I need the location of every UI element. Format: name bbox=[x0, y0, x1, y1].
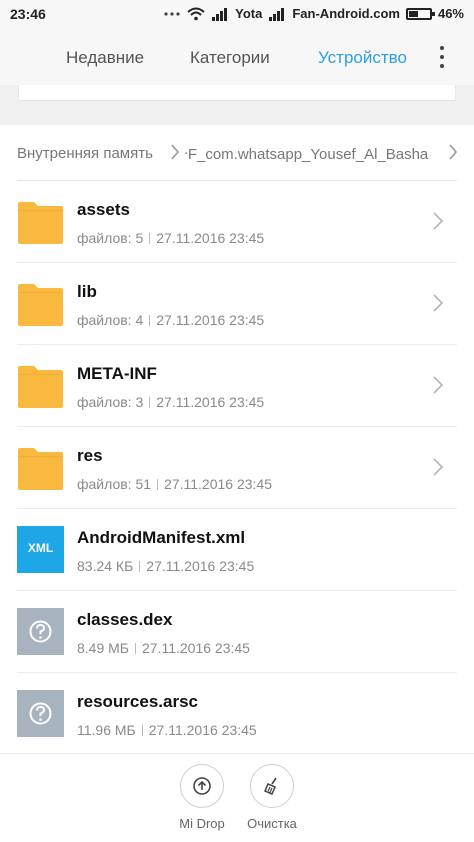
file-row[interactable]: classes.dex 8.49 МБ 27.11.2016 23:45 bbox=[0, 591, 474, 673]
file-name: META-INF bbox=[77, 364, 157, 383]
file-count: файлов: 3 bbox=[77, 394, 144, 410]
status-time: 23:46 bbox=[10, 6, 46, 22]
signal-icon bbox=[211, 7, 229, 21]
file-date: 27.11.2016 23:45 bbox=[156, 230, 265, 246]
chevron-right-icon bbox=[432, 211, 444, 231]
screen: 23:46 Yota Fan-Android.com 46% Недавние … bbox=[0, 0, 474, 842]
file-meta: файлов: 4 27.11.2016 23:45 bbox=[77, 312, 264, 328]
bottom-action-bar: Mi Drop Очистка bbox=[0, 753, 474, 842]
midrop-button[interactable]: Mi Drop bbox=[162, 764, 242, 831]
file-name: classes.dex bbox=[77, 610, 173, 629]
dots-icon bbox=[163, 7, 181, 21]
wifi-icon bbox=[187, 7, 205, 21]
chevron-right-icon bbox=[432, 457, 444, 477]
folder-icon bbox=[17, 444, 64, 491]
chevron-right-icon bbox=[170, 143, 180, 161]
file-name: assets bbox=[77, 200, 130, 219]
file-row[interactable]: assets файлов: 5 27.11.2016 23:45 bbox=[0, 181, 474, 263]
file-name: resources.arsc bbox=[77, 692, 198, 711]
file-size: 11.96 МБ bbox=[77, 722, 136, 738]
unknown-file-icon bbox=[17, 608, 64, 655]
file-size: 83.24 КБ bbox=[77, 558, 134, 574]
tab-bar: Недавние Категории Устройство bbox=[0, 30, 474, 85]
unknown-file-icon bbox=[17, 690, 64, 737]
file-row[interactable]: XML AndroidManifest.xml 83.24 КБ 27.11.2016… bbox=[0, 509, 474, 591]
xml-file-icon: XML bbox=[17, 526, 64, 573]
meta-separator bbox=[149, 233, 151, 244]
xml-icon-label: XML bbox=[27, 541, 54, 555]
tab-device[interactable]: Устройство bbox=[318, 48, 410, 68]
meta-separator bbox=[149, 315, 151, 326]
midrop-label: Mi Drop bbox=[179, 816, 225, 831]
file-date: 27.11.2016 23:45 bbox=[156, 394, 265, 410]
file-date: 27.11.2016 23:45 bbox=[142, 640, 250, 656]
battery-icon bbox=[405, 7, 435, 20]
meta-separator bbox=[141, 725, 143, 736]
tab-recent[interactable]: Недавние bbox=[66, 48, 144, 68]
meta-separator bbox=[139, 561, 141, 572]
folder-icon bbox=[17, 280, 64, 327]
broom-icon bbox=[250, 764, 294, 808]
file-name: res bbox=[77, 446, 103, 465]
folder-icon bbox=[17, 362, 64, 409]
file-count: файлов: 51 bbox=[77, 476, 152, 492]
file-row[interactable]: resources.arsc 11.96 МБ 27.11.2016 23:45 bbox=[0, 673, 474, 755]
carrier-label: Yota bbox=[235, 6, 263, 21]
chevron-right-icon bbox=[448, 143, 458, 161]
file-size: 8.49 МБ bbox=[77, 640, 129, 656]
file-date: 27.11.2016 23:45 bbox=[156, 312, 265, 328]
carrier2-label: Fan-Android.com bbox=[292, 6, 400, 21]
file-row[interactable]: META-INF файлов: 3 27.11.2016 23:45 bbox=[0, 345, 474, 427]
file-name: lib bbox=[77, 282, 97, 301]
signal-icon-2 bbox=[268, 7, 286, 21]
chevron-right-icon bbox=[432, 375, 444, 395]
file-meta: 8.49 МБ 27.11.2016 23:45 bbox=[77, 640, 250, 656]
file-name: AndroidManifest.xml bbox=[77, 528, 246, 547]
breadcrumb-internal-storage[interactable]: Внутренняя память bbox=[17, 145, 153, 162]
file-list: assets файлов: 5 27.11.2016 23:45 lib файлов… bbox=[0, 181, 474, 755]
file-date: 27.11.2016 23:45 bbox=[146, 558, 255, 574]
file-row[interactable]: res файлов: 51 27.11.2016 23:45 bbox=[0, 427, 474, 509]
meta-separator bbox=[149, 397, 151, 408]
clean-button[interactable]: Очистка bbox=[232, 764, 312, 831]
folder-icon bbox=[17, 198, 64, 245]
status-icons: Yota Fan-Android.com 46% bbox=[163, 6, 464, 21]
file-meta: файлов: 51 27.11.2016 23:45 bbox=[77, 476, 272, 492]
clean-label: Очистка bbox=[247, 816, 297, 831]
file-meta: 11.96 МБ 27.11.2016 23:45 bbox=[77, 722, 257, 738]
status-bar: 23:46 Yota Fan-Android.com 46% bbox=[0, 0, 474, 30]
chevron-right-icon bbox=[432, 293, 444, 313]
gray-separator bbox=[0, 85, 474, 125]
file-meta: 83.24 КБ 27.11.2016 23:45 bbox=[77, 558, 254, 574]
file-date: 27.11.2016 23:45 bbox=[164, 476, 272, 492]
file-meta: файлов: 5 27.11.2016 23:45 bbox=[77, 230, 264, 246]
tab-categories[interactable]: Категории bbox=[190, 48, 270, 68]
file-row[interactable]: lib файлов: 4 27.11.2016 23:45 bbox=[0, 263, 474, 345]
storage-card-fragment bbox=[18, 85, 456, 101]
file-date: 27.11.2016 23:45 bbox=[148, 722, 257, 738]
midrop-icon bbox=[180, 764, 224, 808]
file-meta: файлов: 3 27.11.2016 23:45 bbox=[77, 394, 264, 410]
breadcrumb-current-folder[interactable]: ᐧF_com.whatsapp_Yousef_Al_Basha bbox=[184, 145, 438, 163]
meta-separator bbox=[157, 479, 159, 490]
file-count: файлов: 4 bbox=[77, 312, 144, 328]
battery-label: 46% bbox=[437, 6, 464, 21]
breadcrumb: Внутренняя память ᐧF_com.whatsapp_Yousef… bbox=[0, 125, 474, 181]
meta-separator bbox=[135, 643, 136, 654]
battery-fill bbox=[408, 10, 418, 17]
file-count: файлов: 5 bbox=[77, 230, 144, 246]
more-vert-icon[interactable] bbox=[436, 44, 448, 70]
